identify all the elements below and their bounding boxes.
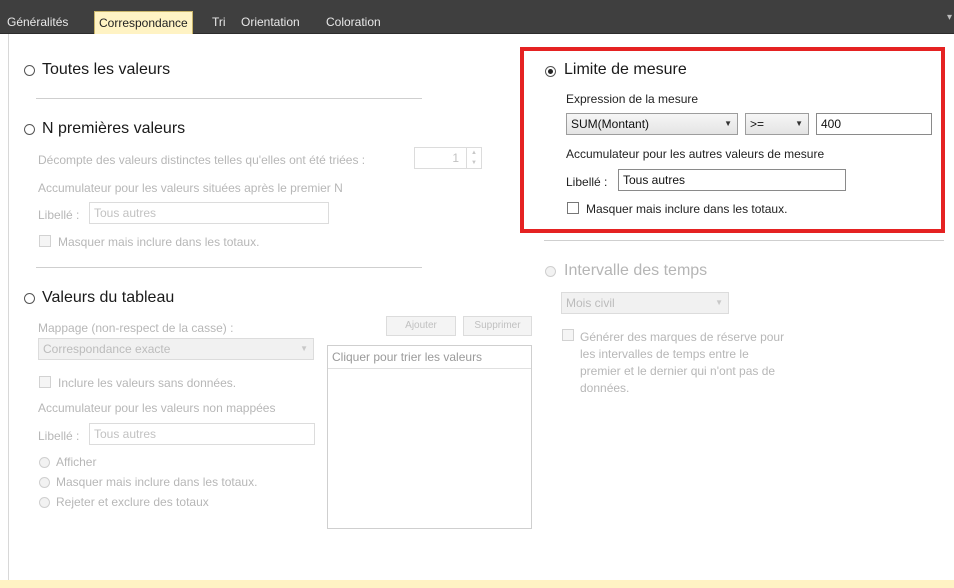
inclure-checkbox[interactable] (39, 376, 51, 388)
chevron-down-icon: ▼ (300, 344, 308, 353)
intervalle-select[interactable]: Mois civil ▼ (561, 292, 729, 314)
generer-line: Générer des marques de réserve pour (580, 330, 785, 344)
valeurs-tableau-radio[interactable] (24, 293, 35, 304)
expression-select[interactable]: SUM(Montant) ▼ (566, 113, 738, 135)
libelle-tableau-field[interactable]: Tous autres (89, 423, 315, 445)
generer-checkbox[interactable] (562, 329, 574, 341)
mappage-select[interactable]: Correspondance exacte ▼ (38, 338, 314, 360)
libelle-mesure-field[interactable]: Tous autres (618, 169, 846, 191)
n-premieres-title: N premières valeurs (42, 120, 186, 137)
mappage-label: Mappage (non-respect de la casse) : (38, 321, 234, 335)
generer-line: premier et le dernier qui n'ont pas de (580, 364, 776, 378)
divider (36, 267, 422, 268)
tab-generalites[interactable]: Généralités (3, 12, 72, 32)
tab-tri[interactable]: Tri (208, 12, 230, 32)
expression-label: Expression de la mesure (566, 92, 699, 106)
tab-coloration[interactable]: Coloration (322, 12, 385, 32)
libelle-tableau-label: Libellé : (38, 429, 80, 443)
chevron-down-icon[interactable]: ▾ (947, 12, 952, 23)
stepper-arrows-icon[interactable]: ▲ ▼ (466, 148, 481, 168)
masquer-tableau-radio[interactable] (39, 477, 50, 488)
afficher-radio[interactable] (39, 457, 50, 468)
divider (36, 98, 422, 99)
intervalle-value: Mois civil (566, 296, 615, 310)
limite-mesure-title: Limite de mesure (564, 61, 687, 78)
masquer-mesure-label: Masquer mais inclure dans les totaux. (586, 202, 788, 216)
decompte-label: Décompte des valeurs distinctes telles q… (38, 153, 366, 167)
masquer-tableau-label: Masquer mais inclure dans les totaux. (56, 475, 258, 489)
threshold-input[interactable]: 400 (816, 113, 932, 135)
masquer-mesure-checkbox[interactable] (567, 202, 579, 214)
accumulateur-mesure-label: Accumulateur pour les autres valeurs de … (566, 147, 825, 161)
tab-correspondance[interactable]: Correspondance (94, 11, 193, 34)
chevron-down-icon: ▼ (715, 298, 723, 307)
valeurs-tableau-title: Valeurs du tableau (42, 289, 175, 306)
tab-bar: Généralités Correspondance Tri Orientati… (0, 0, 954, 34)
intervalle-temps-radio[interactable] (545, 266, 556, 277)
libelle-n-field[interactable]: Tous autres (89, 202, 329, 224)
afficher-label: Afficher (56, 455, 97, 469)
toutes-valeurs-radio[interactable] (24, 65, 35, 76)
masquer-n-label: Masquer mais inclure dans les totaux. (58, 235, 260, 249)
supprimer-button[interactable]: Supprimer (463, 316, 532, 336)
operator-value: >= (750, 117, 765, 131)
generer-line: données. (580, 381, 630, 395)
libelle-mesure-label: Libellé : (566, 175, 608, 189)
inclure-label: Inclure les valeurs sans données. (58, 376, 237, 390)
n-premieres-radio[interactable] (24, 124, 35, 135)
libelle-n-label: Libellé : (38, 208, 80, 222)
tab-orientation[interactable]: Orientation (237, 12, 304, 32)
accumulateur-n-label: Accumulateur pour les valeurs situées ap… (38, 181, 343, 195)
masquer-n-checkbox[interactable] (39, 235, 51, 247)
expression-value: SUM(Montant) (571, 117, 650, 131)
operator-select[interactable]: >= ▼ (745, 113, 809, 135)
chevron-down-icon: ▼ (795, 119, 803, 128)
accumulateur-tableau-label: Accumulateur pour les valeurs non mappée… (38, 401, 276, 415)
decompte-stepper[interactable]: 1 ▲ ▼ (414, 147, 482, 169)
ajouter-button[interactable]: Ajouter (386, 316, 456, 336)
limite-mesure-radio[interactable] (545, 66, 556, 77)
mappage-value: Correspondance exacte (43, 342, 171, 356)
generer-line: les intervalles de temps entre le (580, 347, 749, 361)
generer-label: Générer des marques de réserve pour les … (580, 329, 784, 397)
intervalle-temps-title: Intervalle des temps (564, 262, 708, 279)
rejeter-label: Rejeter et exclure des totaux (56, 495, 209, 509)
rejeter-radio[interactable] (39, 497, 50, 508)
chevron-down-icon: ▼ (724, 119, 732, 128)
decompte-value: 1 (452, 151, 459, 165)
list-sort-header[interactable]: Cliquer pour trier les valeurs (328, 346, 531, 369)
bottom-strip (0, 580, 954, 588)
divider (544, 240, 944, 241)
values-list[interactable]: Cliquer pour trier les valeurs (327, 345, 532, 529)
toutes-valeurs-title: Toutes les valeurs (42, 61, 171, 78)
